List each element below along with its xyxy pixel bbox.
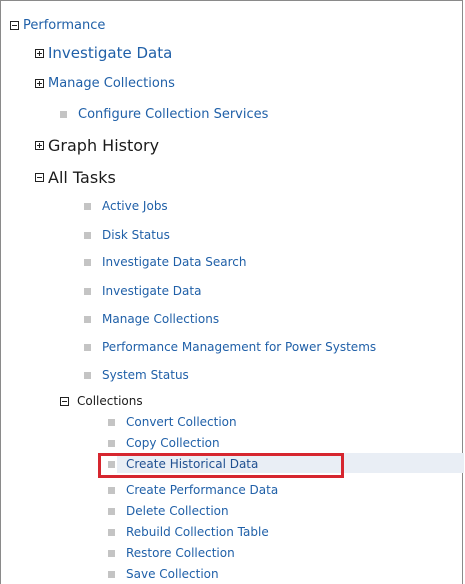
bullet-icon bbox=[84, 371, 91, 379]
bullet-icon bbox=[84, 315, 91, 323]
tree-node-performance[interactable]: Performance bbox=[10, 18, 105, 33]
collapse-toggle-icon[interactable] bbox=[10, 21, 19, 30]
tree-node-label[interactable]: Configure Collection Services bbox=[78, 107, 268, 122]
tree-node-graph-history[interactable]: Graph History bbox=[35, 136, 159, 155]
bullet-icon bbox=[108, 570, 115, 578]
tree-node-active-jobs[interactable]: Active Jobs bbox=[84, 199, 168, 213]
expand-toggle-icon[interactable] bbox=[35, 79, 44, 88]
tree-node-label[interactable]: Graph History bbox=[48, 136, 159, 155]
tree-node-label[interactable]: Investigate Data bbox=[48, 44, 172, 62]
bullet-icon bbox=[108, 439, 115, 447]
tree-node-label[interactable]: Rebuild Collection Table bbox=[126, 525, 269, 539]
tree-node-label[interactable]: All Tasks bbox=[48, 168, 116, 187]
bullet-icon bbox=[108, 549, 115, 557]
collapse-toggle-icon[interactable] bbox=[60, 396, 69, 406]
tree-node-performance-management-power[interactable]: Performance Management for Power Systems bbox=[84, 340, 376, 354]
tree-node-delete-collection[interactable]: Delete Collection bbox=[108, 504, 229, 518]
tree-node-save-collection[interactable]: Save Collection bbox=[108, 567, 219, 581]
bullet-icon bbox=[108, 486, 115, 494]
tree-node-investigate-data[interactable]: Investigate Data bbox=[35, 44, 172, 62]
tree-node-label[interactable]: Convert Collection bbox=[126, 415, 237, 429]
tree-node-label[interactable]: Restore Collection bbox=[126, 546, 235, 560]
expand-toggle-icon[interactable] bbox=[35, 141, 44, 150]
tree-node-label[interactable]: Create Performance Data bbox=[126, 483, 278, 497]
tree-node-investigate-data-search[interactable]: Investigate Data Search bbox=[84, 255, 247, 269]
tree-node-investigate-data-task[interactable]: Investigate Data bbox=[84, 284, 201, 298]
tree-node-label[interactable]: Copy Collection bbox=[126, 436, 220, 450]
tree-node-label[interactable]: System Status bbox=[102, 368, 189, 382]
bullet-icon bbox=[108, 507, 115, 515]
collapse-toggle-icon[interactable] bbox=[35, 173, 44, 182]
tree-node-create-performance-data[interactable]: Create Performance Data bbox=[108, 483, 278, 497]
bullet-icon bbox=[60, 111, 67, 118]
tree-node-label[interactable]: Investigate Data bbox=[102, 284, 201, 298]
tree-node-label[interactable]: Performance Management for Power Systems bbox=[102, 340, 376, 354]
tree-node-label[interactable]: Manage Collections bbox=[102, 312, 219, 326]
tree-node-manage-collections-task[interactable]: Manage Collections bbox=[84, 312, 219, 326]
bullet-icon bbox=[84, 287, 91, 295]
tree-node-all-tasks[interactable]: All Tasks bbox=[35, 168, 116, 187]
tree-node-system-status[interactable]: System Status bbox=[84, 368, 189, 382]
tree-node-label[interactable]: Performance bbox=[23, 18, 105, 33]
expand-toggle-icon[interactable] bbox=[35, 48, 44, 58]
tree-node-label[interactable]: Collections bbox=[77, 394, 143, 408]
bullet-icon bbox=[84, 202, 91, 210]
tree-node-label[interactable]: Save Collection bbox=[126, 567, 219, 581]
tree-node-configure-collection-services[interactable]: Configure Collection Services bbox=[60, 107, 268, 122]
tree-node-label[interactable]: Active Jobs bbox=[102, 199, 168, 213]
tree-node-manage-collections[interactable]: Manage Collections bbox=[35, 76, 175, 91]
tree-node-label[interactable]: Delete Collection bbox=[126, 504, 229, 518]
tree-node-label[interactable]: Disk Status bbox=[102, 228, 170, 242]
bullet-icon bbox=[108, 528, 115, 536]
bullet-icon bbox=[84, 231, 91, 239]
bullet-icon bbox=[108, 418, 115, 426]
tree-node-collections[interactable]: Collections bbox=[60, 394, 143, 408]
tree-node-convert-collection[interactable]: Convert Collection bbox=[108, 415, 237, 429]
tree-node-rebuild-collection-table[interactable]: Rebuild Collection Table bbox=[108, 525, 269, 539]
tree-node-label[interactable]: Manage Collections bbox=[48, 76, 175, 91]
bullet-icon bbox=[84, 343, 91, 351]
bullet-icon bbox=[84, 258, 91, 266]
navigation-tree-panel: Performance Investigate Data Manage Coll… bbox=[0, 0, 464, 584]
highlight-annotation-box bbox=[98, 453, 344, 478]
tree-node-copy-collection[interactable]: Copy Collection bbox=[108, 436, 220, 450]
tree-node-restore-collection[interactable]: Restore Collection bbox=[108, 546, 235, 560]
tree-node-disk-status[interactable]: Disk Status bbox=[84, 228, 170, 242]
tree-node-label[interactable]: Investigate Data Search bbox=[102, 255, 247, 269]
